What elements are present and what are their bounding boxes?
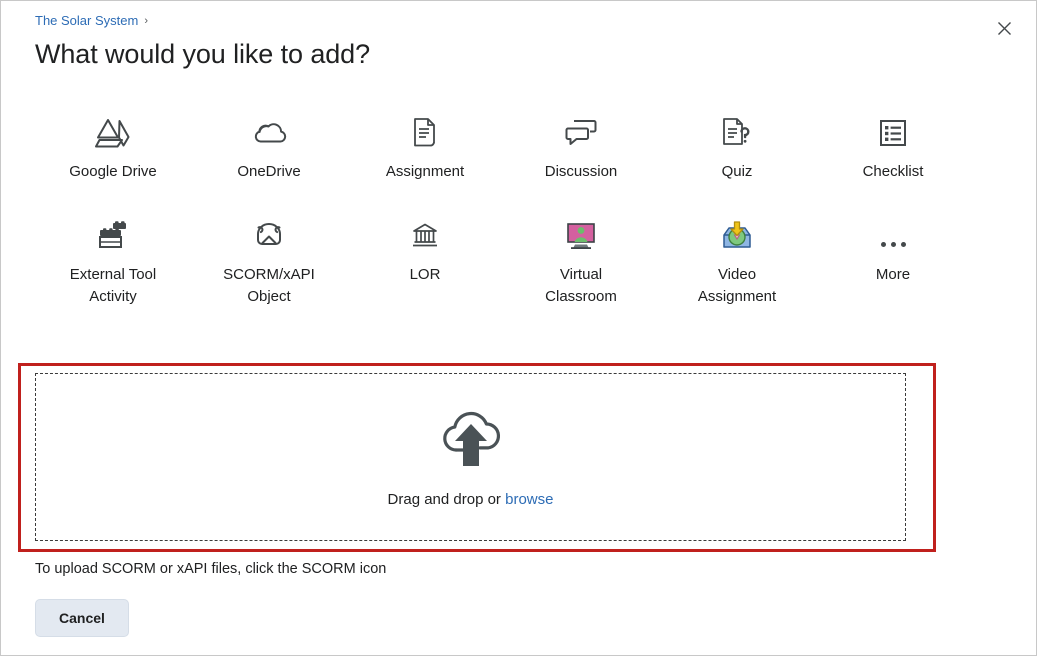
grid-item-label: SCORM/xAPI Object (223, 266, 315, 305)
lor-building-icon (411, 216, 439, 256)
dropzone-instruction: Drag and drop or (387, 491, 501, 508)
browse-link[interactable]: browse (505, 491, 553, 508)
grid-item-google-drive[interactable]: Google Drive (35, 109, 191, 182)
close-icon[interactable] (990, 14, 1018, 42)
grid-item-label: OneDrive (237, 163, 301, 180)
breadcrumb: The Solar System › (35, 13, 148, 28)
grid-item-onedrive[interactable]: OneDrive (191, 109, 347, 182)
grid-item-external-tool-activity[interactable]: External Tool Activity (35, 212, 191, 307)
add-activity-dialog: The Solar System › What would you like t… (0, 0, 1037, 656)
dropzone-text: Drag and drop or browse (388, 491, 554, 508)
activity-type-grid: Google Drive OneDrive Assignment Discuss… (35, 109, 971, 307)
grid-item-discussion[interactable]: Discussion (503, 109, 659, 182)
onedrive-cloud-icon (249, 113, 289, 153)
grid-item-scorm-xapi-object[interactable]: SCORM/xAPI Object (191, 212, 347, 307)
more-ellipsis-icon (880, 216, 906, 256)
close-x-glyph (997, 21, 1011, 35)
grid-item-label: Checklist (862, 163, 924, 180)
grid-item-label: Google Drive (69, 163, 157, 180)
video-assignment-tray-icon (721, 216, 753, 256)
discussion-bubbles-icon (564, 113, 598, 153)
scorm-hint-text: To upload SCORM or xAPI files, click the… (35, 561, 387, 577)
external-tool-blocks-icon (96, 216, 130, 256)
page-title: What would you like to add? (35, 39, 370, 69)
grid-item-label: LOR (409, 266, 441, 284)
grid-item-label: Assignment (385, 163, 465, 180)
file-dropzone[interactable]: Drag and drop or browse (35, 373, 906, 541)
virtual-classroom-monitor-icon (565, 216, 597, 256)
grid-item-quiz[interactable]: Quiz (659, 109, 815, 182)
grid-item-virtual-classroom[interactable]: Virtual Classroom (503, 212, 659, 307)
grid-item-label: More (875, 266, 911, 284)
chevron-right-icon: › (144, 14, 148, 27)
breadcrumb-link-course[interactable]: The Solar System (35, 13, 138, 28)
grid-item-assignment[interactable]: Assignment (347, 109, 503, 182)
grid-item-checklist[interactable]: Checklist (815, 109, 971, 182)
checklist-box-icon (879, 113, 907, 153)
grid-item-label: Virtual Classroom (545, 266, 617, 305)
cloud-upload-icon (434, 406, 508, 477)
grid-item-lor[interactable]: LOR (347, 212, 503, 307)
google-drive-icon (95, 113, 131, 153)
grid-item-label: Video Assignment (697, 266, 777, 305)
grid-item-label: Discussion (544, 163, 618, 180)
grid-item-video-assignment[interactable]: Video Assignment (659, 212, 815, 307)
quiz-question-document-icon (721, 113, 753, 153)
grid-item-more[interactable]: More (815, 212, 971, 307)
grid-item-label: External Tool Activity (69, 266, 157, 305)
grid-item-label: Quiz (721, 163, 753, 180)
assignment-document-icon (411, 113, 439, 153)
scorm-xapi-icon (254, 216, 284, 256)
cancel-button[interactable]: Cancel (35, 599, 129, 637)
